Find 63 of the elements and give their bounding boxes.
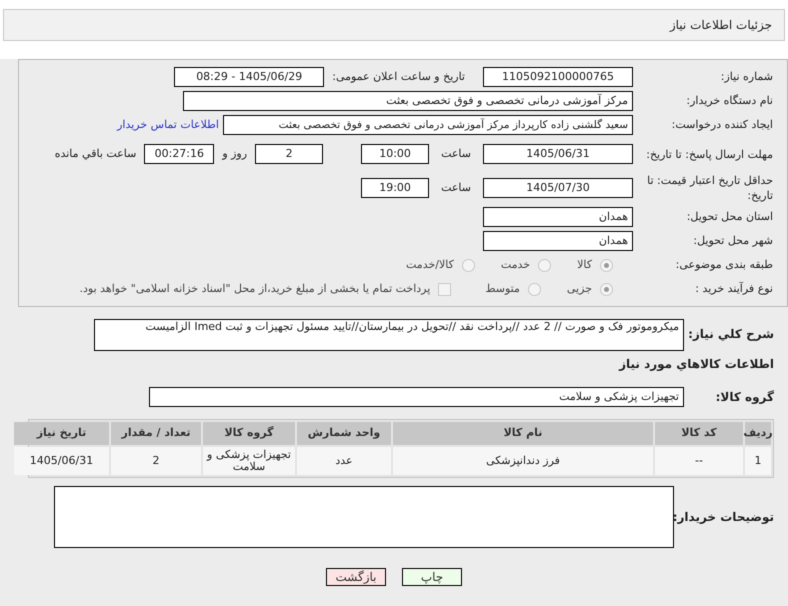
table-cell: عدد bbox=[297, 447, 391, 475]
radio-button[interactable] bbox=[600, 282, 613, 296]
deadline-date-field: 1405/06/31 bbox=[483, 144, 633, 164]
table-cell: -- bbox=[655, 447, 743, 475]
radio-button[interactable] bbox=[600, 258, 613, 272]
creator-field: سعید گلشنی زاده کارپرداز مرکز آموزشی درمانی تخصصی و فوق تخصصی بعثت bbox=[223, 115, 633, 135]
table-cell: فرز دندانپزشکی bbox=[393, 447, 653, 475]
remaining-time-field: 00:27:16 bbox=[144, 144, 214, 164]
column-header: گروه کالا bbox=[203, 422, 295, 445]
announce-date-field: 1405/06/29 - 08:29 bbox=[174, 67, 324, 87]
back-button[interactable]: بازگشت bbox=[326, 568, 386, 586]
field-label: نوع فرآیند خرید : bbox=[694, 280, 773, 297]
buyer-org-field: مرکز آموزشی درمانی تخصصی و فوق تخصصی بعثت bbox=[183, 91, 633, 111]
field-label: شرح کلي نیاز: bbox=[687, 326, 774, 343]
province-field: همدان bbox=[483, 207, 633, 227]
field-label: حداقل تاریخ اعتبار قیمت: تا تاریخ: bbox=[646, 173, 773, 203]
field-label: شماره نیاز: bbox=[720, 68, 773, 85]
goods-group-field: تجهیزات پزشکی و سلامت bbox=[149, 387, 684, 407]
payment-note: پرداخت تمام یا بخشی از مبلغ خرید،از محل "اسناد خزانه اسلامی" خواهد بود. bbox=[80, 280, 430, 297]
validity-time-field: 19:00 bbox=[361, 178, 430, 198]
field-label: تاریخ و ساعت اعلان عمومی: bbox=[332, 68, 465, 85]
buyer-contact-link[interactable]: اطلاعات تماس خریدار bbox=[117, 116, 219, 134]
field-label: طبقه بندی موضوعی: bbox=[674, 256, 773, 273]
need-number-field: 1105092100000765 bbox=[483, 67, 633, 87]
description-textarea[interactable]: میکروموتور فک و صورت // 2 عدد //پرداخت نقد //تحویل در بیمارستان//تایید مسئول تجهیزات و ثبت Imed الزامیست bbox=[94, 319, 684, 351]
radio-label: کالا/خدمت bbox=[406, 256, 454, 273]
radio-button[interactable] bbox=[462, 258, 475, 272]
field-label: روز و bbox=[222, 146, 248, 162]
print-button[interactable]: چاپ bbox=[402, 568, 462, 586]
column-header: تاریخ نیاز bbox=[14, 422, 109, 445]
section-heading: اطلاعات کالاهاي مورد نیاز bbox=[618, 356, 774, 373]
table-cell: تجهیزات پزشکی و سلامت bbox=[203, 447, 295, 475]
field-label: گروه کالا: bbox=[714, 389, 774, 406]
page-title: جزئیات اطلاعات نیاز bbox=[670, 17, 772, 34]
table-cell: 1 bbox=[745, 447, 771, 475]
column-header: واحد شمارش bbox=[297, 422, 391, 445]
radio-button[interactable] bbox=[538, 258, 552, 272]
checkbox[interactable] bbox=[438, 282, 452, 296]
radio-label: خدمت bbox=[500, 256, 530, 273]
field-label: ساعت bbox=[441, 146, 471, 162]
field-label: استان محل تحویل: bbox=[686, 208, 773, 225]
radio-label: جزیی bbox=[566, 280, 592, 297]
deadline-time-field: 10:00 bbox=[361, 144, 430, 164]
radio-label: کالا bbox=[577, 256, 592, 273]
city-field: همدان bbox=[483, 231, 633, 251]
radio-button[interactable] bbox=[528, 282, 541, 296]
column-header: نام کالا bbox=[393, 422, 653, 445]
field-label: ساعت باقي مانده bbox=[54, 146, 136, 162]
field-label: توضیحات خریدار: bbox=[674, 509, 774, 526]
table-cell: 1405/06/31 bbox=[14, 447, 109, 475]
column-header: ردیف bbox=[745, 422, 771, 445]
field-label: مهلت ارسال پاسخ: تا تاریخ: bbox=[645, 146, 773, 162]
field-label: ساعت bbox=[441, 180, 471, 196]
table-cell: 2 bbox=[111, 447, 201, 475]
field-label: ایجاد کننده درخواست: bbox=[670, 116, 773, 133]
field-label: شهر محل تحویل: bbox=[692, 232, 773, 249]
radio-label: متوسط bbox=[485, 280, 520, 297]
days-field: 2 bbox=[255, 144, 324, 164]
validity-date-field: 1405/07/30 bbox=[483, 178, 633, 198]
field-label: نام دستگاه خریدار: bbox=[685, 92, 773, 109]
column-header: کد کالا bbox=[655, 422, 743, 445]
buyer-notes-textarea[interactable] bbox=[54, 486, 674, 548]
column-header: تعداد / مقدار bbox=[111, 422, 201, 445]
